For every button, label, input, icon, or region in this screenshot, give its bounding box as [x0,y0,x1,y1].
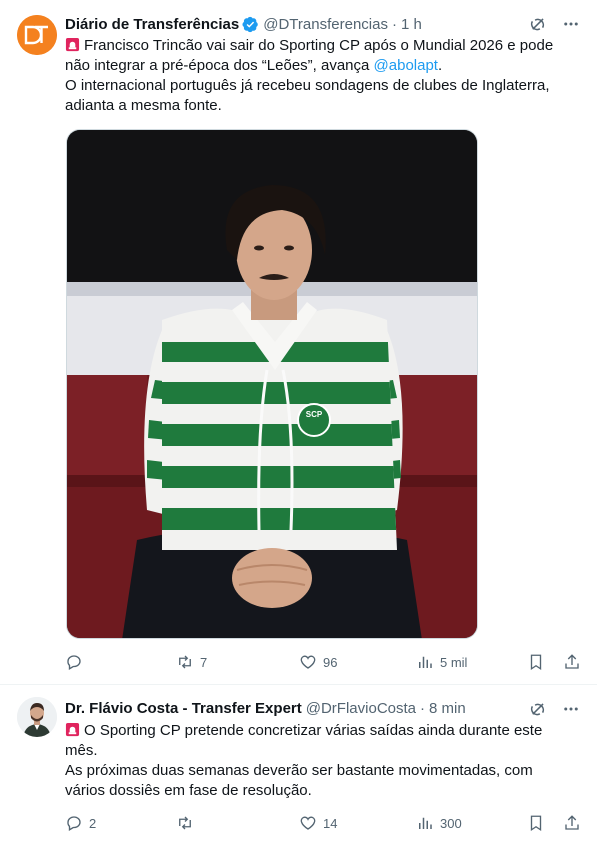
views-button[interactable]: 5 mil [416,653,467,671]
views-icon [419,656,432,668]
tweet-text-line: O internacional português já recebeu son… [65,77,550,114]
like-count: 14 [323,815,338,831]
author-name[interactable]: Dr. Flávio Costa - Transfer Expert [65,700,302,717]
reply-icon [67,655,81,670]
retweet-icon [179,655,191,669]
tweet-text-line: As próximas duas semanas deverão ser bas… [65,762,533,799]
tweet-text-span: . [437,57,443,74]
dt-logo-icon [17,15,57,55]
tweet-text-span: Francisco Trincão vai sair do Sporting C… [65,37,554,74]
reply-button[interactable]: 2 [65,814,96,832]
like-button[interactable]: 14 [299,814,337,832]
author-handle[interactable]: @DTransferencias [263,16,388,33]
more-icon[interactable] [561,14,581,34]
separator-dot: · [391,15,397,33]
siren-icon [65,722,80,737]
views-count: 5 mil [440,654,468,670]
siren-icon [65,37,80,52]
tweet-text: Francisco Trincão vai sair do Sporting C… [65,36,575,116]
verified-badge-icon [242,16,259,32]
player-photo-illustration: SCP [67,130,477,638]
share-icon [565,815,579,830]
grok-icon[interactable] [527,699,547,719]
tweet[interactable]: Diário de Transferências @DTransferencia… [0,0,597,685]
retweet-count: 7 [200,654,208,670]
tweet-actions: 2 14 300 [65,813,581,833]
tweet-text: O Sporting CP pretende concretizar vária… [65,721,575,801]
heart-icon [300,816,316,830]
reply-icon [67,816,81,831]
crest-text: SCP [306,410,323,419]
bookmark-icon [530,654,542,671]
reply-button[interactable] [65,653,89,671]
avatar[interactable] [17,697,57,737]
timestamp[interactable]: 1 h [401,16,422,33]
share-button[interactable] [563,814,581,832]
tweet[interactable]: Dr. Flávio Costa - Transfer Expert @DrFl… [0,685,597,843]
author-name[interactable]: Diário de Transferências [65,16,239,33]
profile-photo-icon [17,697,57,737]
share-icon [565,654,579,669]
views-count: 300 [440,815,462,831]
bookmark-icon [530,815,542,832]
bookmark-button[interactable] [527,814,545,832]
retweet-button[interactable]: 7 [176,653,207,671]
share-button[interactable] [563,653,581,671]
views-icon [419,817,432,829]
views-button[interactable]: 300 [416,814,462,832]
retweet-icon [179,816,191,830]
separator-dot: · [420,699,426,717]
more-icon[interactable] [561,699,581,719]
timestamp[interactable]: 8 min [429,700,466,717]
retweet-button[interactable] [176,814,200,832]
tweet-text-line: Francisco Trincão vai sair do Sporting C… [65,36,575,76]
like-count: 96 [323,654,338,670]
tweet-text-line: O Sporting CP pretende concretizar vária… [65,721,575,761]
bookmark-button[interactable] [527,653,545,671]
tweet-photo[interactable]: SCP [66,129,478,639]
tweet-actions: 7 96 5 mil [65,652,581,672]
reply-count: 2 [89,815,97,831]
tweet-text-span: O Sporting CP pretende concretizar vária… [65,722,543,759]
grok-icon[interactable] [527,14,547,34]
author-handle[interactable]: @DrFlavioCosta [306,700,416,717]
mention-link[interactable]: @abolapt [374,57,438,74]
tweet-header: Diário de Transferências @DTransferencia… [65,15,422,33]
tweet-top-icons [527,699,581,719]
heart-icon [300,655,316,669]
tweet-header: Dr. Flávio Costa - Transfer Expert @DrFl… [65,699,466,717]
tweet-top-icons [527,14,581,34]
avatar[interactable] [17,15,57,55]
like-button[interactable]: 96 [299,653,337,671]
